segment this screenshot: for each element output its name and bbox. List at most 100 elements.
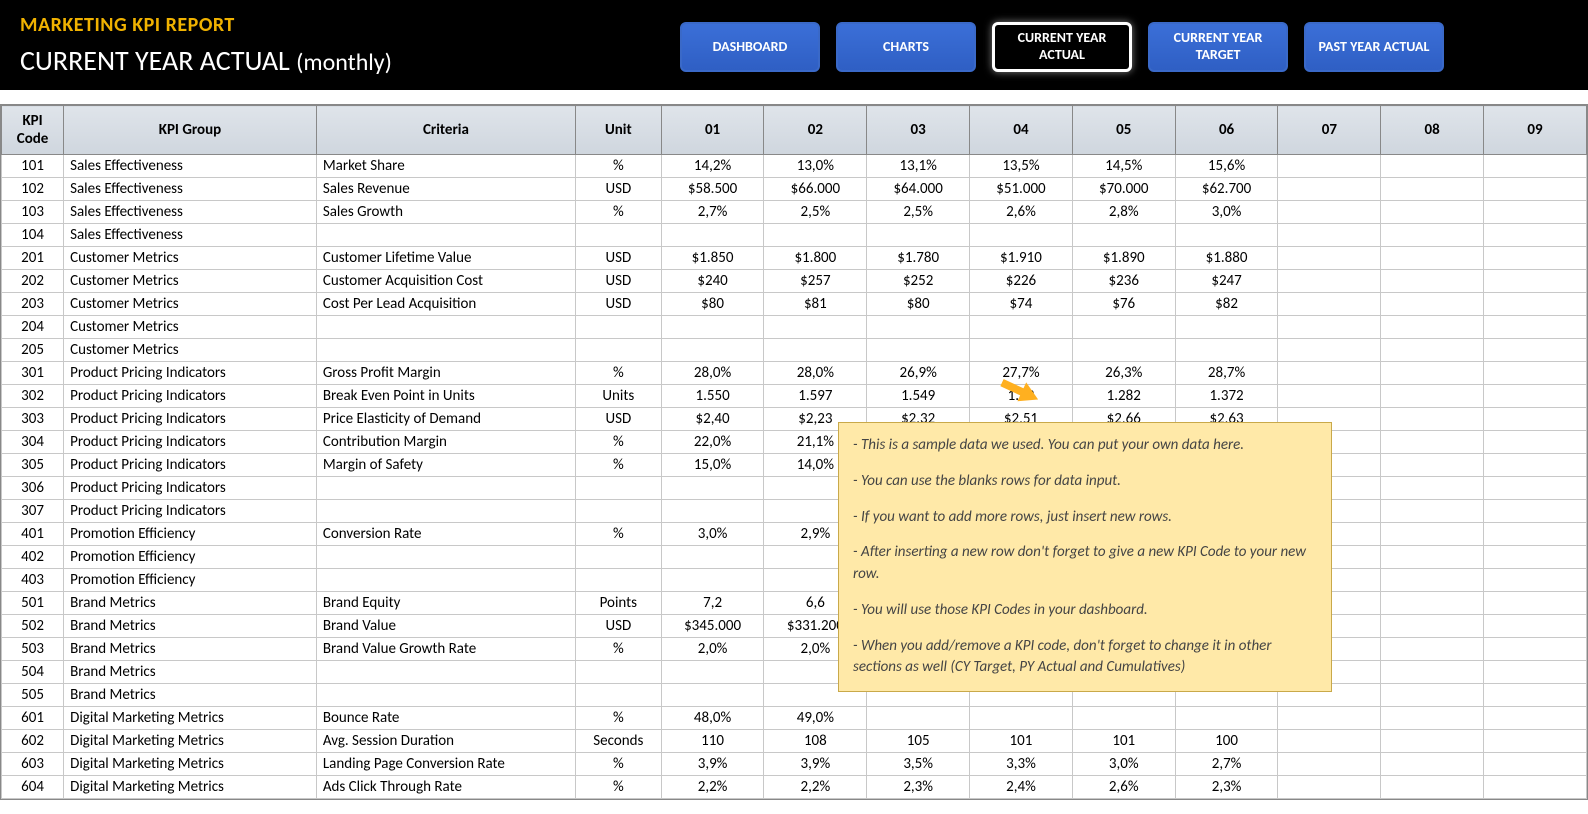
cell-value[interactable]: $2,40 bbox=[661, 408, 764, 431]
cell-value[interactable]: $74 bbox=[970, 293, 1073, 316]
cell-value[interactable]: 2,2% bbox=[661, 776, 764, 799]
cell-criteria[interactable]: Customer Lifetime Value bbox=[316, 247, 575, 270]
cell-unit[interactable] bbox=[576, 316, 662, 339]
cell-unit[interactable] bbox=[576, 684, 662, 707]
cell-value[interactable] bbox=[1484, 454, 1587, 477]
cell-group[interactable]: Brand Metrics bbox=[64, 592, 317, 615]
cell-unit[interactable]: % bbox=[576, 155, 662, 178]
cell-code[interactable]: 501 bbox=[2, 592, 64, 615]
cell-value[interactable]: 49,0% bbox=[764, 707, 867, 730]
cell-value[interactable] bbox=[867, 316, 970, 339]
cell-group[interactable]: Brand Metrics bbox=[64, 661, 317, 684]
cell-value[interactable]: $345.000 bbox=[661, 615, 764, 638]
cell-unit[interactable]: % bbox=[576, 362, 662, 385]
cell-value[interactable] bbox=[1278, 753, 1381, 776]
tab-charts[interactable]: CHARTS bbox=[836, 22, 976, 72]
cell-value[interactable]: $257 bbox=[764, 270, 867, 293]
cell-value[interactable]: $1.880 bbox=[1175, 247, 1278, 270]
cell-value[interactable]: 2,4% bbox=[970, 776, 1073, 799]
cell-code[interactable]: 205 bbox=[2, 339, 64, 362]
cell-value[interactable] bbox=[1278, 776, 1381, 799]
cell-value[interactable] bbox=[1381, 178, 1484, 201]
cell-unit[interactable]: % bbox=[576, 431, 662, 454]
cell-value[interactable]: 1.550 bbox=[661, 385, 764, 408]
cell-value[interactable]: 13,1% bbox=[867, 155, 970, 178]
cell-criteria[interactable]: Customer Acquisition Cost bbox=[316, 270, 575, 293]
cell-code[interactable]: 302 bbox=[2, 385, 64, 408]
cell-group[interactable]: Brand Metrics bbox=[64, 615, 317, 638]
cell-unit[interactable]: % bbox=[576, 753, 662, 776]
cell-value[interactable] bbox=[1484, 776, 1587, 799]
cell-group[interactable]: Promotion Efficiency bbox=[64, 523, 317, 546]
cell-criteria[interactable] bbox=[316, 224, 575, 247]
cell-value[interactable] bbox=[1484, 546, 1587, 569]
cell-criteria[interactable]: Sales Revenue bbox=[316, 178, 575, 201]
cell-value[interactable] bbox=[1278, 362, 1381, 385]
cell-value[interactable]: 1.282 bbox=[1072, 385, 1175, 408]
cell-value[interactable]: 2,6% bbox=[970, 201, 1073, 224]
cell-code[interactable]: 203 bbox=[2, 293, 64, 316]
cell-criteria[interactable]: Brand Equity bbox=[316, 592, 575, 615]
cell-value[interactable]: 105 bbox=[867, 730, 970, 753]
cell-code[interactable]: 306 bbox=[2, 477, 64, 500]
cell-value[interactable] bbox=[1484, 661, 1587, 684]
cell-criteria[interactable]: Ads Click Through Rate bbox=[316, 776, 575, 799]
cell-value[interactable] bbox=[970, 316, 1073, 339]
cell-value[interactable] bbox=[1484, 592, 1587, 615]
tab-current-year-actual[interactable]: CURRENT YEAR ACTUAL bbox=[992, 22, 1132, 72]
cell-criteria[interactable]: Price Elasticity of Demand bbox=[316, 408, 575, 431]
cell-value[interactable] bbox=[1484, 431, 1587, 454]
cell-value[interactable]: 28,7% bbox=[1175, 362, 1278, 385]
cell-value[interactable]: $81 bbox=[764, 293, 867, 316]
cell-unit[interactable] bbox=[576, 224, 662, 247]
cell-value[interactable] bbox=[970, 224, 1073, 247]
cell-code[interactable]: 304 bbox=[2, 431, 64, 454]
cell-value[interactable]: 14,5% bbox=[1072, 155, 1175, 178]
cell-group[interactable]: Product Pricing Indicators bbox=[64, 454, 317, 477]
cell-value[interactable] bbox=[1484, 615, 1587, 638]
cell-value[interactable]: 2,2% bbox=[764, 776, 867, 799]
cell-value[interactable] bbox=[1278, 730, 1381, 753]
cell-value[interactable] bbox=[1381, 615, 1484, 638]
cell-criteria[interactable]: Bounce Rate bbox=[316, 707, 575, 730]
cell-value[interactable] bbox=[1381, 684, 1484, 707]
cell-value[interactable] bbox=[764, 316, 867, 339]
cell-group[interactable]: Brand Metrics bbox=[64, 684, 317, 707]
cell-value[interactable]: 3,0% bbox=[661, 523, 764, 546]
cell-group[interactable]: Customer Metrics bbox=[64, 339, 317, 362]
cell-unit[interactable]: USD bbox=[576, 293, 662, 316]
tab-current-year-target[interactable]: CURRENT YEAR TARGET bbox=[1148, 22, 1288, 72]
cell-group[interactable]: Product Pricing Indicators bbox=[64, 477, 317, 500]
cell-value[interactable] bbox=[1484, 707, 1587, 730]
cell-code[interactable]: 504 bbox=[2, 661, 64, 684]
cell-value[interactable]: 2,7% bbox=[1175, 753, 1278, 776]
cell-value[interactable] bbox=[1278, 316, 1381, 339]
cell-code[interactable]: 603 bbox=[2, 753, 64, 776]
cell-group[interactable]: Sales Effectiveness bbox=[64, 201, 317, 224]
cell-value[interactable] bbox=[1278, 201, 1381, 224]
cell-group[interactable]: Product Pricing Indicators bbox=[64, 385, 317, 408]
cell-value[interactable] bbox=[661, 477, 764, 500]
cell-unit[interactable]: % bbox=[576, 454, 662, 477]
cell-value[interactable] bbox=[1278, 178, 1381, 201]
cell-value[interactable] bbox=[1484, 753, 1587, 776]
cell-value[interactable] bbox=[1484, 477, 1587, 500]
cell-code[interactable]: 402 bbox=[2, 546, 64, 569]
cell-criteria[interactable]: Gross Profit Margin bbox=[316, 362, 575, 385]
cell-value[interactable]: 7,2 bbox=[661, 592, 764, 615]
cell-criteria[interactable] bbox=[316, 477, 575, 500]
cell-value[interactable] bbox=[764, 339, 867, 362]
cell-code[interactable]: 201 bbox=[2, 247, 64, 270]
cell-value[interactable] bbox=[1484, 224, 1587, 247]
cell-value[interactable] bbox=[1072, 224, 1175, 247]
cell-value[interactable]: $51.000 bbox=[970, 178, 1073, 201]
cell-group[interactable]: Product Pricing Indicators bbox=[64, 500, 317, 523]
cell-value[interactable]: 1.549 bbox=[867, 385, 970, 408]
cell-value[interactable] bbox=[1381, 707, 1484, 730]
cell-unit[interactable] bbox=[576, 477, 662, 500]
cell-criteria[interactable]: Sales Growth bbox=[316, 201, 575, 224]
cell-value[interactable]: $80 bbox=[661, 293, 764, 316]
cell-value[interactable]: 48,0% bbox=[661, 707, 764, 730]
cell-value[interactable]: 3,5% bbox=[867, 753, 970, 776]
cell-code[interactable]: 104 bbox=[2, 224, 64, 247]
